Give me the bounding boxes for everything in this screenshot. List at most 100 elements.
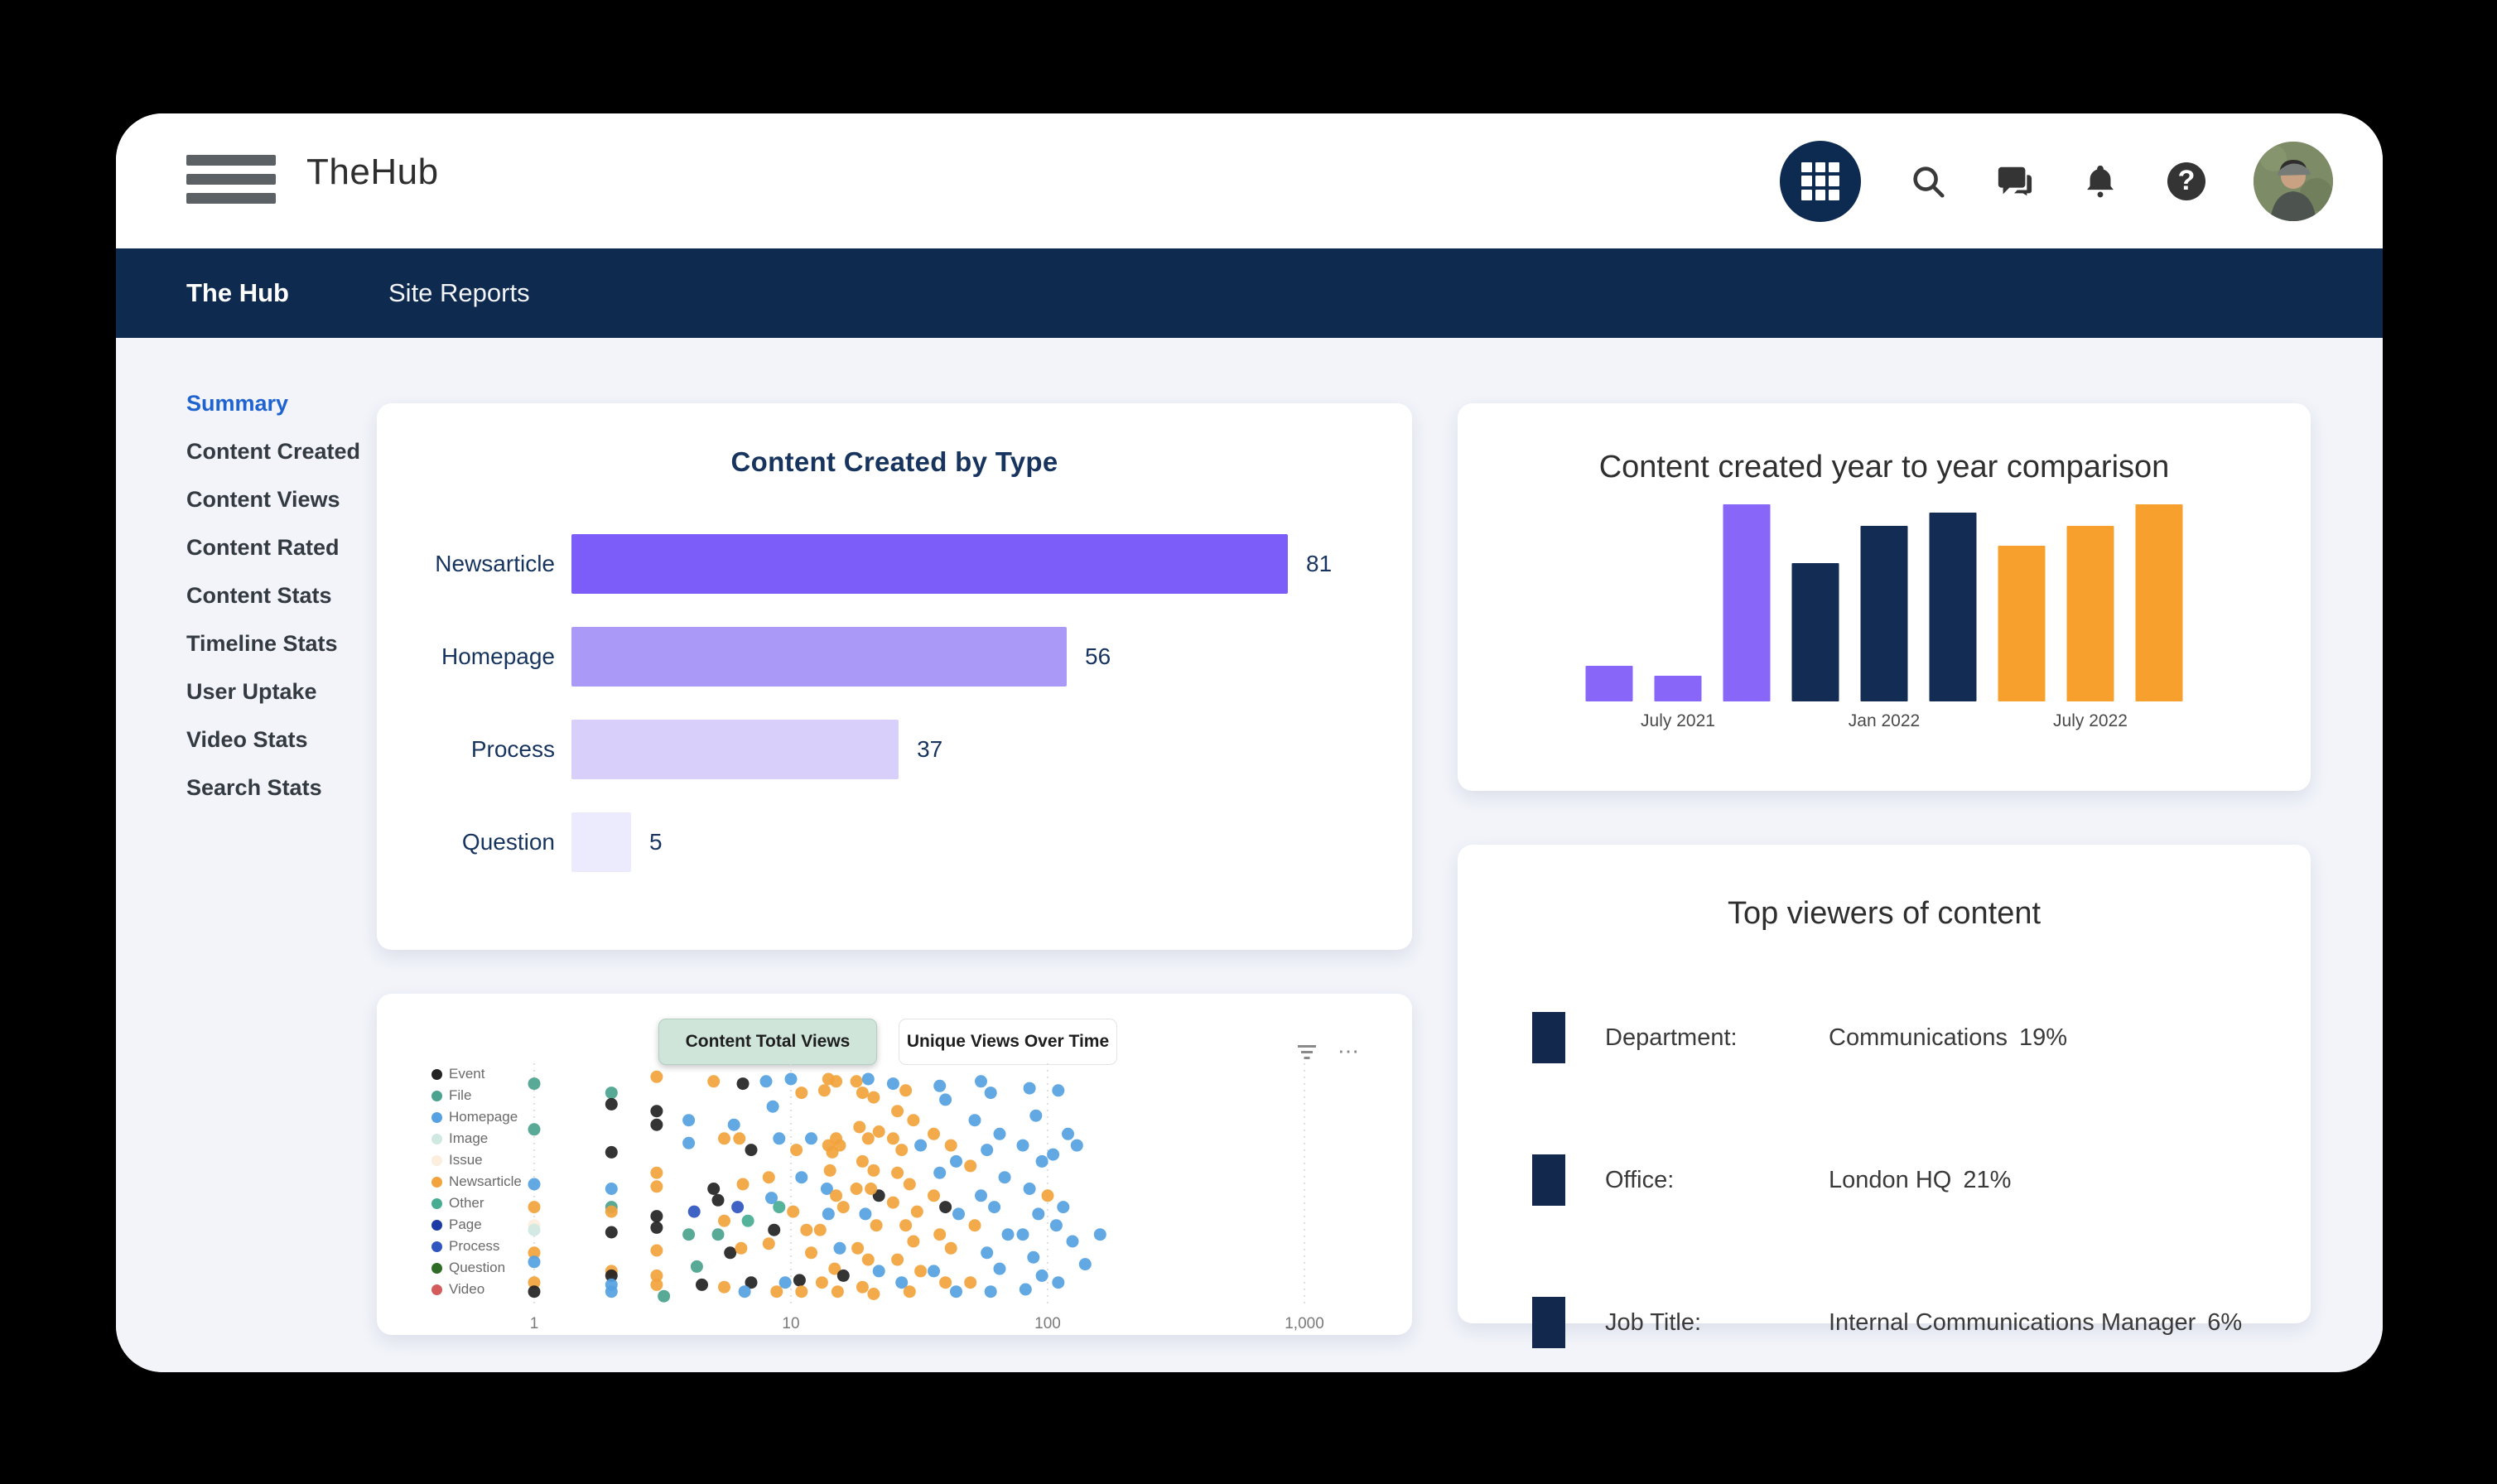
scatter-point [696,1279,708,1291]
scatter-point [650,1105,663,1117]
scatter-point [745,1144,758,1156]
sidebar-item-user-uptake[interactable]: User Uptake [186,681,402,703]
scatter-point [867,1091,880,1104]
scatter-point [1029,1110,1042,1122]
sidebar-item-content-rated[interactable]: Content Rated [186,537,402,559]
scatter-point [859,1207,871,1220]
scatter-point [650,1210,663,1222]
nav-item-site-reports[interactable]: Site Reports [388,278,530,308]
sidebar-item-content-created[interactable]: Content Created [186,441,402,463]
sidebar-item-summary[interactable]: Summary [186,393,402,415]
nav-item-the-hub[interactable]: The Hub [186,278,289,308]
scatter-point [1017,1140,1029,1152]
help-icon[interactable]: ? [2167,162,2205,200]
bar-fill-homepage [571,627,1067,687]
scatter-point [688,1206,701,1218]
year-axis-label: July 2022 [2053,711,2128,731]
bell-icon[interactable] [2081,162,2119,200]
scatter-x-tick: 1 [530,1315,539,1332]
year-comparison-card: Content created year to year comparison … [1458,403,2311,791]
scatter-point [605,1206,618,1218]
scatter-point [994,1128,1006,1140]
scatter-point [718,1215,730,1227]
scatter-point [969,1114,981,1126]
scatter-point [1057,1201,1069,1213]
viewer-label: Job Title: [1605,1309,1829,1337]
scatter-point [834,1140,846,1152]
reports-sidebar: Summary Content Created Content Views Conte… [186,393,402,825]
scatter-point [528,1077,541,1090]
viewer-row-job-title: Job Title:Internal Communications Manage… [1458,1273,2311,1372]
year-comparison-title: Content created year to year comparison [1458,450,2311,485]
year-bar-5 [1861,526,1908,701]
apps-launcher-button[interactable] [1780,141,1861,222]
scatter-point [1042,1189,1054,1202]
scatter-point [873,1125,885,1138]
year-bar-2 [1655,676,1702,701]
bar-value: 37 [917,736,942,763]
app-title: TheHub [306,152,439,193]
scatter-point [739,1285,751,1298]
viewer-label: Office: [1605,1167,1829,1194]
scatter-point [981,1144,993,1156]
scatter-point [724,1246,736,1259]
scatter-point [814,1224,827,1236]
scatter-point [682,1114,695,1126]
scatter-point [1067,1236,1079,1248]
scatter-point [950,1155,962,1168]
app-window: TheHub [116,113,2383,1372]
scatter-point [1047,1149,1059,1161]
scatter-point [853,1121,865,1134]
scatter-point [899,1084,912,1096]
scatter-point [867,1164,880,1177]
scatter-point [763,1237,775,1250]
scatter-point [933,1228,946,1241]
sidebar-item-timeline-stats[interactable]: Timeline Stats [186,633,402,655]
search-icon[interactable] [1909,162,1947,200]
avatar[interactable] [2254,142,2333,221]
views-scatter-card: Content Total Views Unique Views Over Ti… [377,994,1412,1335]
scatter-x-tick: 100 [1034,1315,1061,1332]
scatter-point [528,1201,541,1213]
scatter-point [1036,1155,1048,1168]
chat-icon[interactable] [1995,162,2033,200]
scatter-point [939,1276,952,1289]
viewer-bullet [1532,1297,1565,1348]
scatter-point [914,1140,927,1152]
scatter-point [834,1242,846,1255]
scatter-point [818,1084,831,1096]
content-by-type-title: Content Created by Type [377,446,1412,478]
hamburger-menu-icon[interactable] [186,155,276,205]
scatter-point [795,1171,807,1183]
scatter-point [964,1276,976,1289]
sidebar-item-content-views[interactable]: Content Views [186,489,402,511]
scatter-point [650,1245,663,1257]
scatter-x-tick: 10 [782,1315,799,1332]
sidebar-item-search-stats[interactable]: Search Stats [186,777,402,799]
bar-value: 5 [649,829,663,855]
sidebar-item-video-stats[interactable]: Video Stats [186,729,402,751]
sidebar-item-content-stats[interactable]: Content Stats [186,585,402,607]
scatter-point [742,1215,754,1227]
scatter-point [795,1086,807,1099]
scatter-point [800,1224,812,1236]
scatter-point [790,1144,803,1156]
scatter-point [528,1255,541,1268]
scatter-point [1036,1270,1048,1282]
scatter-point [837,1270,850,1282]
viewer-value: London HQ [1829,1167,1951,1194]
scatter-point [718,1132,730,1144]
scatter-point [1079,1258,1092,1270]
scatter-point [945,1242,957,1255]
scatter-point [787,1206,799,1218]
viewer-bullet [1532,1154,1565,1206]
scatter-point [779,1276,792,1289]
bar-value: 81 [1306,551,1332,577]
scatter-point [851,1242,864,1255]
scatter-point [851,1183,863,1195]
scatter-point [856,1281,869,1294]
year-comparison-plot: July 2021Jan 2022July 2022 [1458,483,2311,731]
scatter-point [994,1263,1006,1275]
scatter-point [911,1206,923,1218]
scatter-point [933,1080,946,1092]
